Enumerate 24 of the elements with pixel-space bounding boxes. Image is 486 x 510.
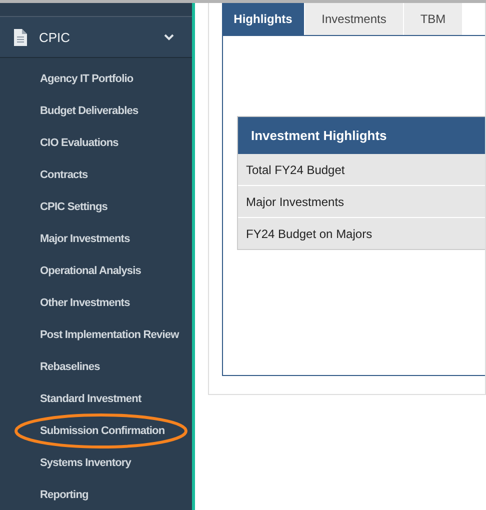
tab[interactable]: Highlights [222,3,305,35]
chevron-icon [164,34,174,40]
document-icon [14,28,27,46]
sidebar-item[interactable]: Major Investments [40,233,130,245]
table-header: Investment Highlights [238,117,485,154]
section-label: CPIC [39,30,72,44]
table-cell: Total FY24 Budget [238,154,485,186]
sidebar-item[interactable]: Operational Analysis [40,265,142,277]
table-cell: Major Investments [238,186,485,218]
sidebar-item[interactable]: Reporting [40,489,88,501]
sidebar-item[interactable]: Agency IT Portfolio [40,73,134,85]
sidebar-item[interactable]: CPIC Settings [40,201,108,213]
tab[interactable]: Investments [305,3,404,35]
sidebar-item[interactable]: Other Investments [40,297,130,309]
sidebar-section-header[interactable]: CPIC [0,17,192,58]
sidebar-item[interactable]: Post Implementation Review [40,329,179,341]
sidebar-item[interactable]: Budget Deliverables [40,105,138,117]
sidebar-item[interactable]: CIO Evaluations [40,137,118,149]
sidebar-item[interactable]: Systems Inventory [40,457,132,469]
table-cell: FY24 Budget on Majors [238,218,485,249]
tab[interactable]: TBM [404,3,463,35]
sidebar-item[interactable]: Rebaselines [40,361,100,373]
sidebar-item[interactable]: Standard Investment [40,393,142,405]
sidebar-item[interactable]: Contracts [40,169,88,181]
